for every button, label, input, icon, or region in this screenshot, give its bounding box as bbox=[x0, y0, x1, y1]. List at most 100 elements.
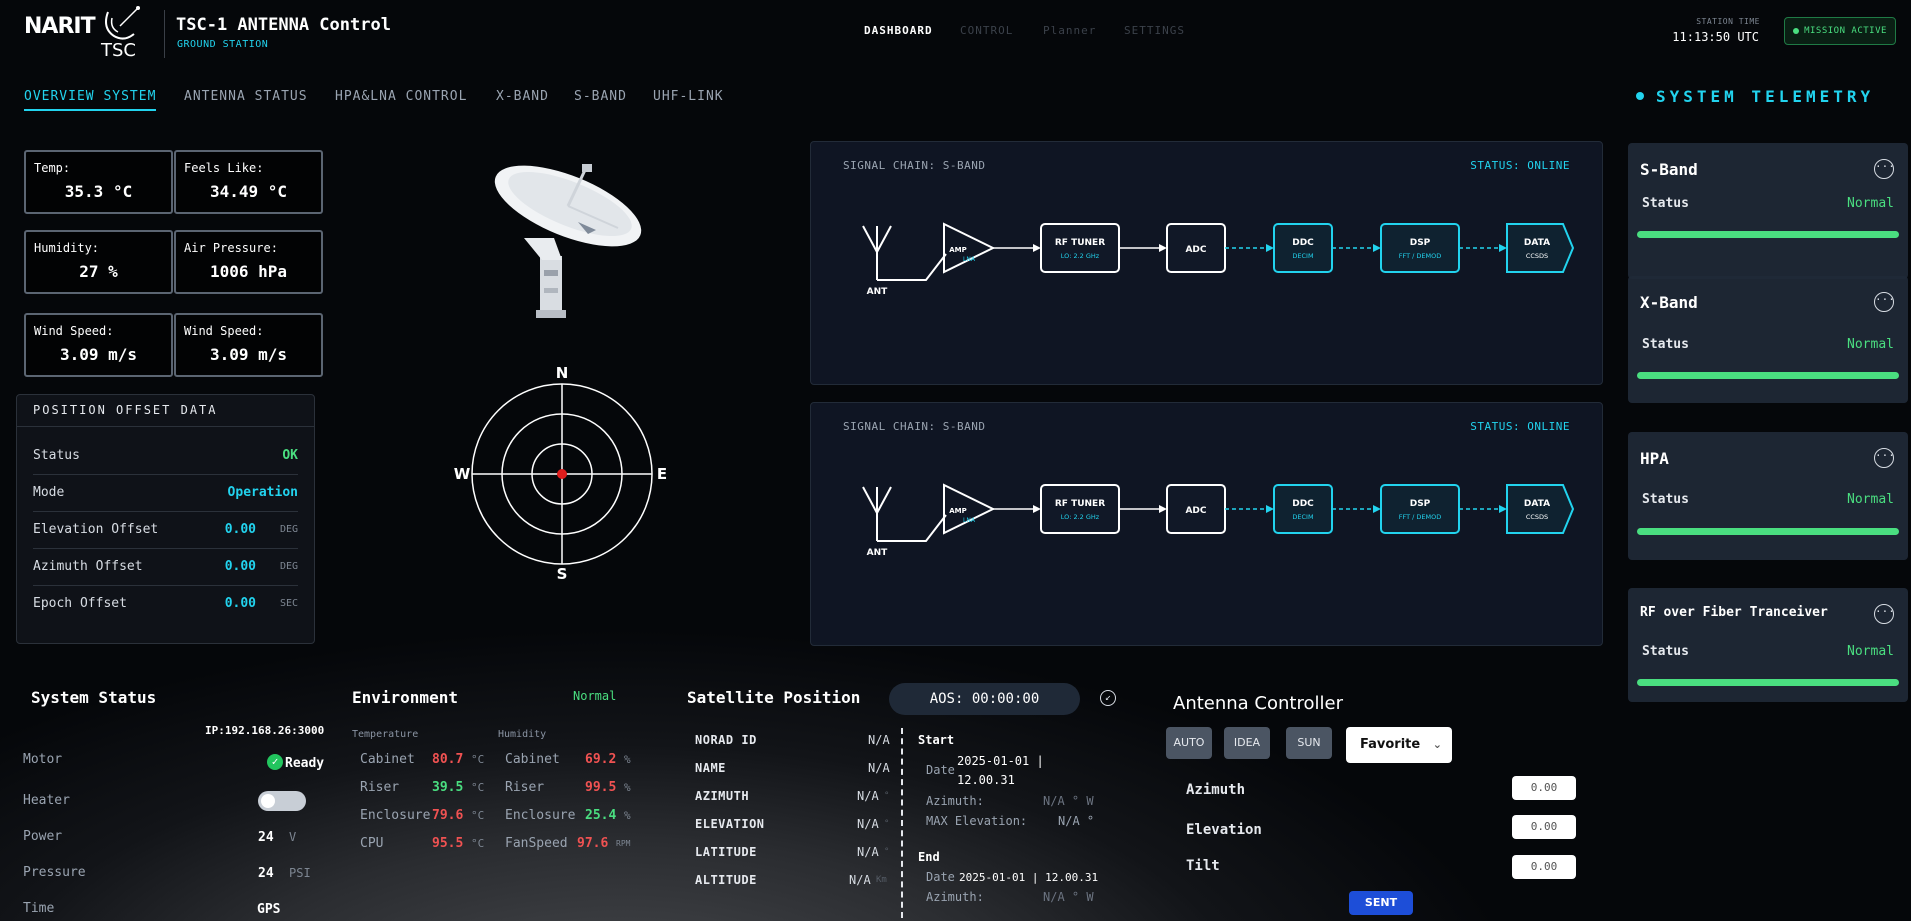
arrow-icon bbox=[1499, 505, 1507, 513]
env-temp-label: Enclosure bbox=[360, 808, 431, 823]
arrow-icon bbox=[1159, 505, 1167, 513]
chain-block-sub: DECIM bbox=[1292, 513, 1313, 521]
sat-unit: ° bbox=[884, 791, 890, 801]
signal-chain-diagram: ANT AMP LNA RF TUNER LO: 2.2 GHz ADC DDC DECIM D… bbox=[862, 222, 1575, 297]
send-button[interactable]: SENT bbox=[1349, 891, 1413, 915]
elevation-input[interactable]: 0.00 bbox=[1512, 815, 1576, 839]
divider bbox=[17, 426, 314, 427]
status-label: Status bbox=[1642, 196, 1689, 211]
telemetry-card-hpa[interactable]: HPA ··· Status Normal bbox=[1628, 432, 1908, 560]
nav-settings[interactable]: SETTINGS bbox=[1124, 24, 1185, 37]
offset-label: Epoch Offset bbox=[33, 596, 127, 611]
nav-control[interactable]: CONTROL bbox=[960, 24, 1013, 37]
aos-countdown: AOS: 00:00:00 bbox=[889, 683, 1080, 715]
arrow-icon bbox=[1266, 505, 1274, 513]
locate-icon[interactable]: ↙ bbox=[1100, 690, 1116, 706]
telemetry-title: SYSTEM TELEMETRY bbox=[1656, 87, 1875, 106]
nav-dashboard[interactable]: DASHBOARD bbox=[864, 24, 933, 37]
azimuth-input[interactable]: 0.00 bbox=[1512, 776, 1576, 800]
offset-row-status: Status OK bbox=[33, 438, 298, 475]
chain-block-label: DSP bbox=[1410, 238, 1431, 248]
offset-row-mode: Mode Operation bbox=[33, 475, 298, 512]
more-options-icon[interactable]: ··· bbox=[1874, 159, 1895, 179]
sun-button[interactable]: SUN bbox=[1286, 727, 1332, 759]
tab-antenna-status[interactable]: ANTENNA STATUS bbox=[184, 89, 308, 104]
chain-block-label: DATA bbox=[1524, 499, 1550, 509]
more-options-icon[interactable]: ··· bbox=[1874, 448, 1895, 468]
chain-block-label: DDC bbox=[1292, 499, 1314, 509]
compass-east: E bbox=[657, 465, 667, 483]
status-label: Status bbox=[1642, 492, 1689, 507]
tab-uhf-link[interactable]: UHF-LINK bbox=[653, 89, 724, 104]
sat-label: ELEVATION bbox=[695, 817, 765, 831]
status-bar bbox=[1637, 528, 1899, 535]
offset-label: Elevation Offset bbox=[33, 522, 159, 537]
sat-value: N/A bbox=[857, 845, 879, 859]
auto-button[interactable]: AUTO bbox=[1166, 727, 1212, 759]
offset-row-azimuth: Azimuth Offset 0.00 DEG bbox=[33, 549, 298, 586]
env-hum-unit: % bbox=[624, 781, 631, 794]
nav-planner[interactable]: Planner bbox=[1043, 24, 1096, 37]
weather-card-wind-speed-2: Wind Speed: 3.09 m/s bbox=[174, 313, 323, 377]
offset-value: Operation bbox=[227, 485, 298, 500]
rf-tuner-block bbox=[1040, 223, 1120, 273]
start-date-label: Date bbox=[926, 763, 955, 777]
offset-unit: DEG bbox=[279, 561, 298, 572]
position-offset-panel: POSITION OFFSET DATA Status OK Mode Oper… bbox=[16, 394, 315, 644]
sat-unit: ° bbox=[884, 819, 890, 829]
sat-label: LATITUDE bbox=[695, 845, 757, 859]
power-unit: V bbox=[289, 830, 297, 844]
env-hum-unit: RPM bbox=[616, 839, 631, 848]
pressure-value: 24 bbox=[258, 866, 274, 881]
chevron-down-icon: ⌄ bbox=[1432, 738, 1442, 751]
tab-overview-system[interactable]: OVERVIEW SYSTEM bbox=[24, 89, 157, 111]
tab-x-band[interactable]: X-BAND bbox=[496, 89, 549, 104]
env-hum-value: 25.4 bbox=[585, 808, 617, 823]
pass-end-label: End bbox=[918, 850, 940, 864]
weather-label: Air Pressure: bbox=[184, 241, 278, 255]
system-status-title: System Status bbox=[31, 688, 157, 707]
pressure-unit: PSI bbox=[289, 866, 311, 880]
heater-toggle[interactable] bbox=[258, 791, 306, 811]
telemetry-card-name: X-Band bbox=[1640, 293, 1698, 312]
weather-card-feels-like: Feels Like: 34.49 °C bbox=[174, 150, 323, 214]
tab-s-band[interactable]: S-BAND bbox=[574, 89, 627, 104]
tilt-input[interactable]: 0.00 bbox=[1512, 855, 1576, 879]
arrow-icon bbox=[1266, 244, 1274, 252]
mission-status-text: MISSION ACTIVE bbox=[1804, 26, 1887, 36]
offset-row-epoch: Epoch Offset 0.00 SEC bbox=[33, 586, 298, 623]
env-temp-label: CPU bbox=[360, 836, 384, 851]
env-temp-value: 79.6 bbox=[432, 808, 464, 823]
more-options-icon[interactable]: ··· bbox=[1874, 604, 1895, 624]
telemetry-card-rf-over-fiber[interactable]: RF over Fiber Tranceiver ··· Status Norm… bbox=[1628, 588, 1908, 702]
favorite-select[interactable]: Favorite ⌄ bbox=[1346, 727, 1452, 763]
env-hum-label: FanSpeed bbox=[505, 836, 568, 851]
dsp-block bbox=[1380, 223, 1460, 273]
chain-amp-sub: LNA bbox=[963, 256, 976, 263]
compass-west: W bbox=[454, 465, 471, 483]
telemetry-card-s-band[interactable]: S-Band ··· Status Normal bbox=[1628, 143, 1908, 279]
idea-button[interactable]: IDEA bbox=[1224, 727, 1270, 759]
status-value: Normal bbox=[1847, 196, 1894, 211]
env-temp-unit: °C bbox=[471, 809, 485, 822]
sat-unit: ° bbox=[884, 847, 890, 857]
weather-value: 3.09 m/s bbox=[209, 345, 288, 364]
offset-value: 0.00 bbox=[224, 596, 256, 611]
compass-north: N bbox=[556, 364, 569, 382]
telemetry-card-x-band[interactable]: X-Band ··· Status Normal bbox=[1628, 276, 1908, 403]
offset-label: Status bbox=[33, 448, 80, 463]
app-subtitle: GROUND STATION bbox=[177, 39, 269, 50]
power-label: Power bbox=[23, 829, 63, 844]
chain-ant-label: ANT bbox=[867, 548, 888, 558]
tab-hpa-lna-control[interactable]: HPA&LNA CONTROL bbox=[335, 89, 467, 104]
status-value: Normal bbox=[1847, 644, 1894, 659]
chain-block-sub: DECIM bbox=[1292, 252, 1313, 260]
tsc-logo-text: TSC bbox=[101, 40, 136, 61]
more-options-icon[interactable]: ··· bbox=[1874, 292, 1895, 312]
time-value: GPS bbox=[257, 902, 281, 917]
telemetry-card-name: RF over Fiber Tranceiver bbox=[1640, 605, 1828, 620]
telemetry-card-name: S-Band bbox=[1640, 160, 1698, 179]
offset-label: Mode bbox=[33, 485, 65, 500]
start-azimuth-value: N/A ° W bbox=[1043, 794, 1094, 808]
app-title: TSC-1 ANTENNA Control bbox=[176, 15, 391, 35]
